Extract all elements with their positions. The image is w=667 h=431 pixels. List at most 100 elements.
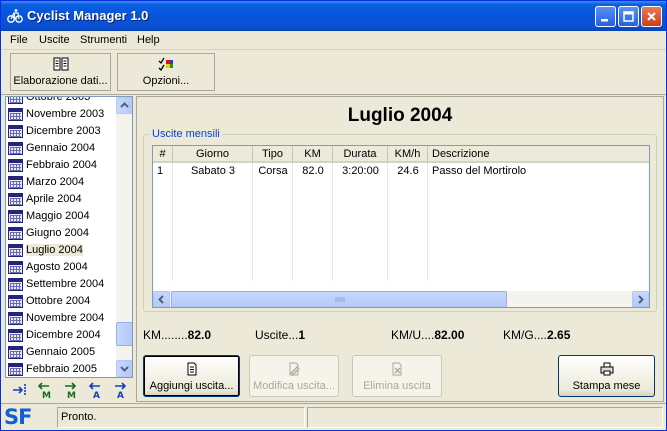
calendar-icon xyxy=(8,193,23,206)
svg-text:M: M xyxy=(67,391,76,399)
menu-file[interactable]: File xyxy=(10,34,28,46)
month-list-item[interactable]: Aprile 2004 xyxy=(6,191,116,208)
month-detail-panel: Luglio 2004 Uscite mensili # Giorno Tipo… xyxy=(136,96,664,402)
month-label: Aprile 2004 xyxy=(26,193,82,205)
cell-number: 1 xyxy=(157,165,164,177)
col-descrizione[interactable]: Descrizione xyxy=(428,146,649,163)
chevron-up-icon xyxy=(120,102,129,108)
rides-table[interactable]: # Giorno Tipo KM Durata KM/h Descrizione… xyxy=(152,145,650,308)
calendar-icon xyxy=(8,346,23,359)
stampa-mese-button[interactable]: Stampa mese xyxy=(558,355,655,397)
modifica-uscita-button[interactable]: Modifica uscita... xyxy=(249,355,339,397)
group-label: Uscite mensili xyxy=(150,128,222,140)
month-label: Ottobre 2004 xyxy=(26,295,91,307)
scroll-down-button[interactable] xyxy=(116,360,132,377)
month-label: Luglio 2004 xyxy=(26,244,83,256)
opzioni-button[interactable]: Opzioni... xyxy=(117,53,215,91)
menu-strumenti[interactable]: Strumenti xyxy=(80,34,127,46)
svg-text:A: A xyxy=(117,391,124,399)
toolbar: Elaborazione dati... Opzioni... xyxy=(1,51,666,95)
elimina-uscita-label: Elimina uscita xyxy=(363,380,431,392)
elimina-uscita-button[interactable]: Elimina uscita xyxy=(352,355,442,397)
edit-document-icon xyxy=(289,362,300,376)
col-number[interactable]: # xyxy=(153,146,173,163)
scroll-left-button[interactable] xyxy=(153,291,170,307)
chevron-down-icon xyxy=(120,366,129,372)
new-document-icon xyxy=(187,362,196,376)
month-list-item[interactable]: Marzo 2004 xyxy=(6,174,116,191)
summary-kmg: KM/G....2.65 xyxy=(503,328,570,342)
calendar-icon xyxy=(8,329,23,342)
month-list-item[interactable]: Gennaio 2004 xyxy=(6,140,116,157)
cell-km: 82.0 xyxy=(302,165,324,177)
window-title: Cyclist Manager 1.0 xyxy=(27,8,149,23)
month-list-item[interactable]: Dicembre 2003 xyxy=(6,123,116,140)
elaborazione-dati-button[interactable]: Elaborazione dati... xyxy=(10,53,111,91)
month-list-item[interactable]: Ottobre 2003 xyxy=(6,97,116,106)
horizontal-scroll-thumb[interactable] xyxy=(171,291,507,307)
scroll-thumb[interactable] xyxy=(116,322,132,346)
aggiungi-uscita-button[interactable]: Aggiungi uscita... xyxy=(143,355,240,397)
month-list-item[interactable]: Febbraio 2005 xyxy=(6,361,116,377)
chevron-left-icon xyxy=(158,295,164,304)
cell-descrizione: Passo del Mortirolo xyxy=(432,165,527,177)
go-current-icon[interactable] xyxy=(11,381,30,399)
next-year-icon[interactable]: A xyxy=(111,381,130,399)
summary-km-value: 82.0 xyxy=(187,328,212,342)
month-list-item[interactable]: Ottobre 2004 xyxy=(6,293,116,310)
month-label: Marzo 2004 xyxy=(26,176,85,188)
month-label: Dicembre 2003 xyxy=(26,125,101,137)
elaborazione-dati-label: Elaborazione dati... xyxy=(13,75,108,87)
stampa-mese-label: Stampa mese xyxy=(572,380,641,392)
month-label: Febbraio 2004 xyxy=(26,159,97,171)
minimize-button[interactable] xyxy=(595,6,616,27)
month-list-item[interactable]: Settembre 2004 xyxy=(6,276,116,293)
month-list-item[interactable]: Maggio 2004 xyxy=(6,208,116,225)
month-list-scrollbar[interactable] xyxy=(116,97,132,377)
close-button[interactable] xyxy=(641,6,662,27)
menu-bar: File Uscite Strumenti Help xyxy=(1,31,666,50)
first-month-icon[interactable]: M xyxy=(36,381,55,399)
col-kmh[interactable]: KM/h xyxy=(388,146,428,163)
month-list[interactable]: Ottobre 2003 Novembre 2003 Dicembre 2003 Ge… xyxy=(5,96,133,378)
col-km[interactable]: KM xyxy=(293,146,333,163)
menu-help[interactable]: Help xyxy=(137,34,160,46)
table-horizontal-scrollbar[interactable] xyxy=(153,291,649,307)
data-processing-icon xyxy=(53,57,68,71)
month-list-item[interactable]: Novembre 2004 xyxy=(6,310,116,327)
month-list-item[interactable]: Novembre 2003 xyxy=(6,106,116,123)
last-month-icon[interactable]: M xyxy=(61,381,80,399)
month-label: Novembre 2003 xyxy=(26,108,105,120)
record-navigation: M M A A xyxy=(5,379,133,401)
maximize-button[interactable] xyxy=(618,6,639,27)
month-list-item[interactable]: Dicembre 2004 xyxy=(6,327,116,344)
summary-kmg-label: KM/G.... xyxy=(503,328,548,342)
col-tipo[interactable]: Tipo xyxy=(253,146,293,163)
cell-giorno: Sabato 3 xyxy=(190,165,236,177)
summary-kmu: KM/U....82.00 xyxy=(391,328,464,342)
summary-kmu-label: KM/U.... xyxy=(391,328,435,342)
calendar-icon xyxy=(8,108,23,121)
month-list-item[interactable]: Agosto 2004 xyxy=(6,259,116,276)
month-list-item[interactable]: Luglio 2004 xyxy=(6,242,116,259)
col-durata[interactable]: Durata xyxy=(333,146,388,163)
calendar-icon xyxy=(8,244,23,257)
scroll-right-button[interactable] xyxy=(632,291,649,307)
calendar-icon xyxy=(8,125,23,138)
menu-uscite[interactable]: Uscite xyxy=(39,34,70,46)
uscite-mensili-group: Uscite mensili # Giorno Tipo KM Durata K… xyxy=(143,128,657,312)
previous-year-icon[interactable]: A xyxy=(87,381,106,399)
table-header: # Giorno Tipo KM Durata KM/h Descrizione xyxy=(153,146,649,163)
title-bar[interactable]: Cyclist Manager 1.0 xyxy=(1,1,666,31)
cell-tipo: Corsa xyxy=(258,165,288,177)
scroll-up-button[interactable] xyxy=(116,97,132,114)
calendar-icon xyxy=(8,176,23,189)
month-list-item[interactable]: Giugno 2004 xyxy=(6,225,116,242)
summary-uscite: Uscite...1 xyxy=(255,328,305,342)
month-list-item[interactable]: Febbraio 2004 xyxy=(6,157,116,174)
month-list-item[interactable]: Gennaio 2005 xyxy=(6,344,116,361)
month-label: Giugno 2004 xyxy=(26,227,89,239)
cyclist-icon xyxy=(7,9,23,23)
column-divider xyxy=(387,163,388,281)
col-giorno[interactable]: Giorno xyxy=(173,146,253,163)
